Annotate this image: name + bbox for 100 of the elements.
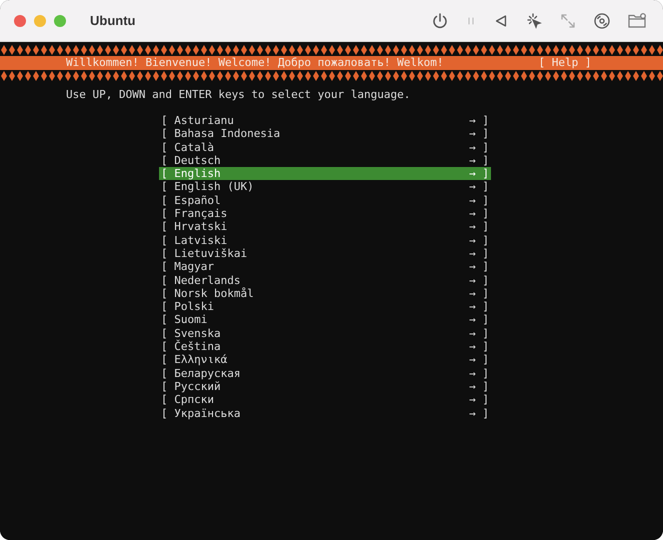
arrow-text: → — [469, 180, 476, 194]
arrow-text: → — [469, 154, 476, 168]
language-name: Español — [174, 194, 221, 208]
language-name: Magyar — [174, 260, 214, 274]
close-button[interactable] — [14, 14, 26, 26]
language-name: Ελληνικά — [174, 353, 228, 367]
bracket-text: ] — [482, 326, 489, 340]
resize-icon[interactable] — [559, 12, 577, 30]
bracket-text: ] — [482, 286, 489, 300]
language-name: Српски — [174, 393, 214, 407]
language-option[interactable]: [ Hrvatski → ] — [159, 220, 491, 234]
language-name: Беларуская — [174, 366, 240, 380]
cursor-click-icon[interactable] — [525, 12, 543, 30]
language-option[interactable]: [ Беларуская → ] — [159, 366, 491, 380]
language-name: Hrvatski — [174, 220, 228, 234]
bracket-text: [ — [161, 207, 168, 220]
instruction-text: Use UP, DOWN and ENTER keys to select your language. — [65, 88, 412, 102]
bracket-text: ] — [482, 220, 489, 234]
language-option[interactable]: [ Deutsch → ] — [159, 154, 491, 168]
bracket-text: [ — [161, 234, 168, 247]
arrow-text: → — [469, 274, 476, 287]
language-name: Suomi — [174, 313, 208, 327]
arrow-text: → — [469, 380, 476, 394]
power-icon[interactable] — [431, 12, 449, 30]
language-name: Norsk bokmål — [174, 286, 254, 300]
language-name: Français — [174, 207, 228, 220]
zoom-button[interactable] — [54, 14, 66, 26]
language-name: Українська — [174, 406, 240, 420]
language-name: English — [174, 167, 221, 180]
arrow-text: → — [469, 234, 476, 247]
bracket-text: ] — [482, 274, 489, 287]
language-option[interactable]: [ Latviski → ] — [159, 234, 491, 247]
bracket-text: ] — [482, 340, 489, 354]
bracket-text: [ — [161, 260, 168, 274]
bracket-text: ] — [482, 234, 489, 247]
disc-icon[interactable] — [593, 12, 611, 30]
language-option[interactable]: [ Ελληνικά → ] — [159, 353, 491, 367]
language-option[interactable]: [ English → ] — [159, 167, 491, 180]
language-name: Català — [174, 140, 214, 154]
bracket-text: [ — [161, 406, 168, 420]
language-option[interactable]: [ Norsk bokmål → ] — [159, 286, 491, 300]
arrow-text: → — [469, 246, 476, 260]
bracket-text: [ — [161, 220, 168, 234]
language-name: Svenska — [174, 326, 221, 340]
folder-icon[interactable] — [627, 12, 647, 30]
bracket-text: [ — [161, 167, 168, 180]
language-name: English (UK) — [174, 180, 254, 194]
language-name: Bahasa Indonesia — [174, 127, 280, 141]
bracket-text: [ — [161, 326, 168, 340]
language-name: Asturianu — [174, 114, 234, 128]
bracket-text: ] — [482, 393, 489, 407]
language-option[interactable]: [ Asturianu → ] — [159, 114, 491, 128]
arrow-text: → — [469, 353, 476, 367]
language-name: Nederlands — [174, 274, 240, 287]
language-option[interactable]: [ Українська → ] — [159, 406, 491, 420]
bracket-text: ] — [482, 260, 489, 274]
arrow-text: → — [469, 207, 476, 220]
language-option[interactable]: [ Polski → ] — [159, 300, 491, 314]
language-option[interactable]: [ Magyar → ] — [159, 260, 491, 274]
bracket-text: [ — [161, 300, 168, 314]
language-option[interactable]: [ Lietuviškai → ] — [159, 246, 491, 260]
bracket-text: [ — [161, 140, 168, 154]
bracket-text: [ — [161, 246, 168, 260]
bracket-text: ] — [482, 154, 489, 168]
language-option[interactable]: [ Čeština → ] — [159, 340, 491, 354]
bracket-text: [ — [161, 194, 168, 208]
bracket-text: [ — [161, 286, 168, 300]
bracket-text: [ — [161, 353, 168, 367]
bracket-text: [ — [161, 366, 168, 380]
bracket-text: ] — [482, 114, 489, 128]
language-option[interactable]: [ Svenska → ] — [159, 326, 491, 340]
arrow-text: → — [469, 167, 476, 180]
language-option[interactable]: [ Bahasa Indonesia → ] — [159, 127, 491, 141]
language-option[interactable]: [ Nederlands → ] — [159, 274, 491, 287]
bracket-text: ] — [482, 194, 489, 208]
language-option[interactable]: [ Српски → ] — [159, 393, 491, 407]
bracket-text: ] — [482, 246, 489, 260]
bracket-text: ] — [482, 127, 489, 141]
language-name: Polski — [174, 300, 214, 314]
arrow-text: → — [469, 194, 476, 208]
language-option[interactable]: [ Español → ] — [159, 194, 491, 208]
arrow-text: → — [469, 366, 476, 380]
bracket-text: [ — [161, 127, 168, 141]
language-option[interactable]: [ Suomi → ] — [159, 313, 491, 327]
bracket-text: [ — [161, 274, 168, 287]
bracket-text: [ — [161, 154, 168, 168]
arrow-text: → — [469, 140, 476, 154]
welcome-text: Willkommen! Bienvenue! Welcome! Добро пожаловать! Welkom! — [66, 56, 444, 70]
language-option[interactable]: [ English (UK) → ] — [159, 180, 491, 194]
arrow-text: → — [469, 406, 476, 420]
arrow-text: → — [469, 220, 476, 234]
language-option[interactable]: [ Русский → ] — [159, 380, 491, 394]
arrow-text: → — [469, 127, 476, 141]
bracket-text: ] — [482, 353, 489, 367]
language-option[interactable]: [ Français → ] — [159, 207, 491, 220]
window-title: Ubuntu — [90, 13, 136, 28]
language-name: Lietuviškai — [174, 246, 248, 260]
language-option[interactable]: [ Català → ] — [159, 140, 491, 154]
bracket-text: ] — [482, 313, 489, 327]
arrow-text: → — [469, 313, 476, 327]
